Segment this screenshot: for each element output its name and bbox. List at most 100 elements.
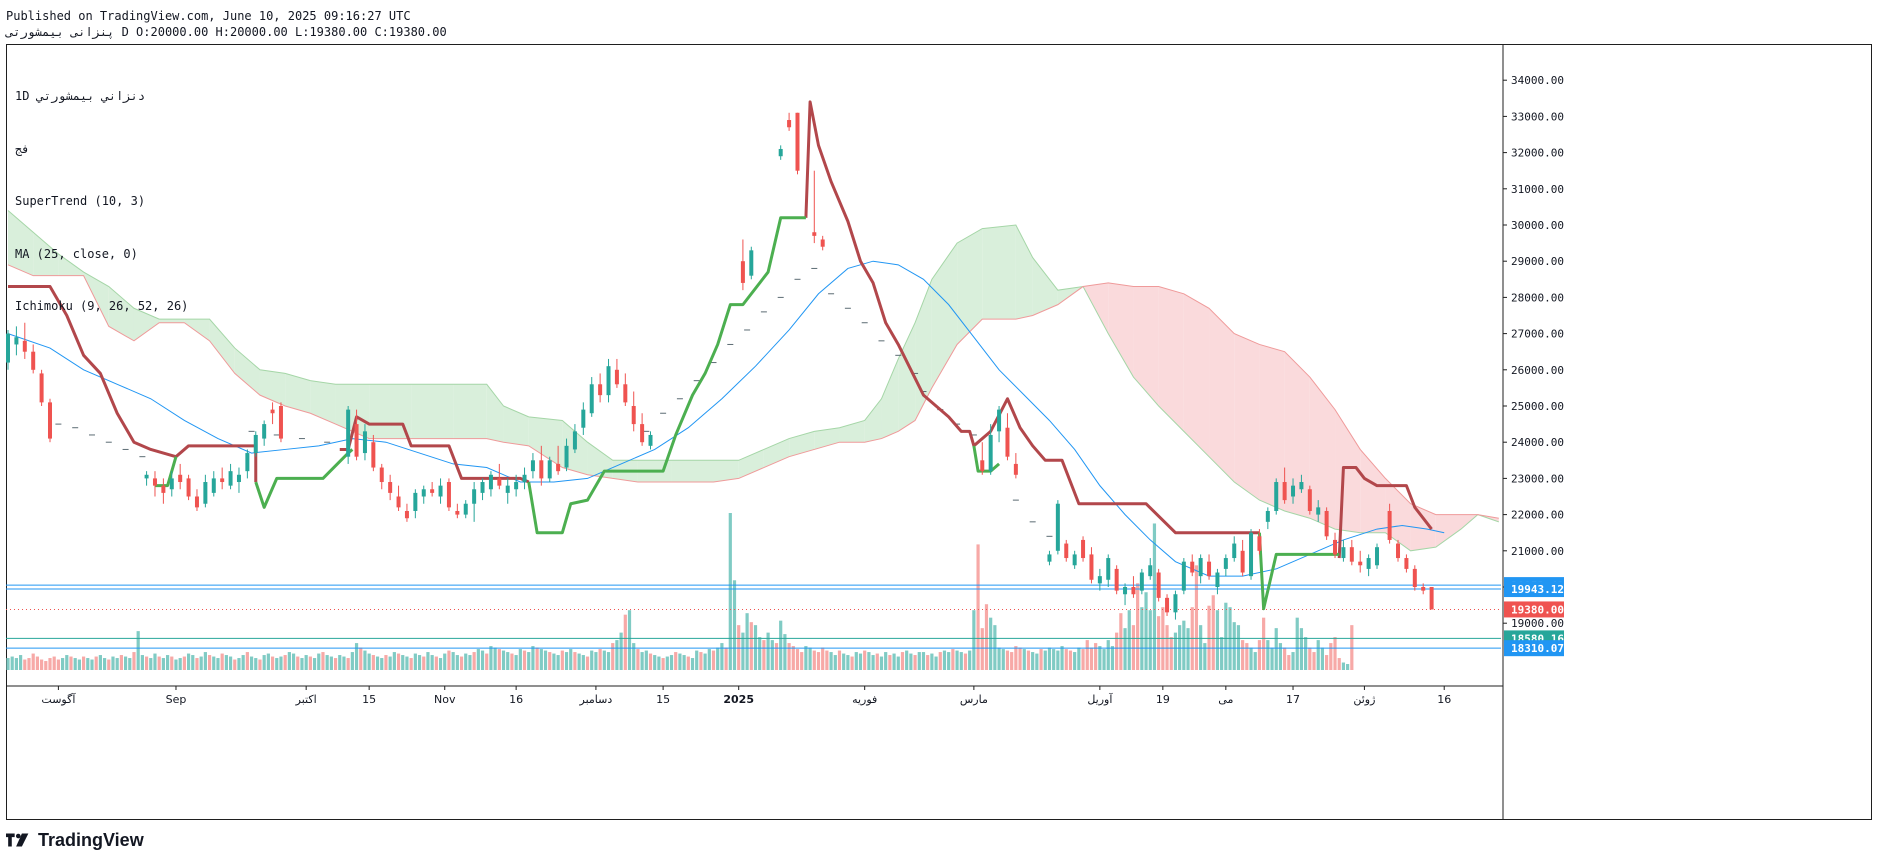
volume-bar [220, 653, 224, 670]
volume-bar [107, 659, 111, 670]
volume-bar [1119, 613, 1123, 670]
volume-bar [312, 658, 317, 670]
volume-bar [871, 655, 875, 670]
price-level-badge-label: 18310.07 [1511, 642, 1564, 655]
price-level-badge-label: 19943.12 [1511, 583, 1564, 596]
ichimoku-cloud-segment [411, 384, 454, 439]
volume-bar [543, 650, 548, 670]
volume-bar [98, 655, 102, 670]
volume-bar [921, 652, 926, 670]
volume-bar [195, 658, 199, 670]
volume-bar [833, 655, 837, 670]
candle-body [598, 384, 603, 396]
volume-bar [863, 650, 867, 670]
legend-ma[interactable]: MA (25, close, 0) [15, 246, 188, 264]
volume-bar [522, 650, 527, 670]
tradingview-logo[interactable]: TradingView [6, 828, 144, 852]
volume-bar [728, 513, 732, 670]
ichimoku-cloud-segment [234, 348, 260, 396]
price-tick-label: 25000.00 [1511, 400, 1564, 413]
volume-bar [724, 647, 728, 670]
price-tick-label: 19000.00 [1511, 617, 1564, 630]
volume-bar [1316, 640, 1320, 670]
volume-bar [1165, 625, 1169, 670]
volume-bar [556, 655, 560, 670]
volume-bar [1199, 625, 1203, 670]
volume-bar [1073, 652, 1077, 670]
volume-bar [518, 649, 522, 670]
volume-bar [711, 650, 716, 670]
candle-body [47, 402, 52, 439]
candle-body [6, 333, 10, 363]
ichimoku-cloud-segment [864, 398, 882, 443]
volume-bar [6, 658, 10, 670]
volume-bar [615, 640, 619, 670]
volume-bar [875, 653, 879, 670]
volume-bar [552, 653, 556, 670]
volume-bar [959, 652, 963, 670]
volume-bar [942, 650, 947, 670]
volume-bar [413, 653, 417, 670]
volume-bar [430, 655, 434, 670]
volume-bar [1266, 640, 1270, 670]
volume-bar [161, 658, 165, 670]
volume-bar [1056, 650, 1060, 670]
volume-bar [1278, 643, 1283, 670]
volume-bar [102, 658, 107, 670]
volume-bar [926, 655, 930, 670]
volume-bar [434, 656, 438, 670]
volume-bar [842, 653, 846, 670]
volume-bar [1031, 652, 1035, 670]
legend-supertrend[interactable]: SuperTrend (10, 3) [15, 193, 188, 211]
time-tick-label: آگوست [41, 692, 76, 706]
volume-bar [493, 647, 497, 670]
price-tick-label: 32000.00 [1511, 147, 1564, 160]
volume-bar [1215, 610, 1220, 670]
volume-bar [581, 655, 585, 670]
volume-bar [254, 658, 258, 670]
volume-bar [1346, 664, 1350, 670]
candle-body [505, 485, 510, 493]
candle-body [1114, 568, 1119, 591]
supertrend-up-line [972, 445, 1001, 473]
volume-bar [241, 655, 245, 670]
volume-bar [812, 650, 816, 670]
volume-bar [363, 650, 367, 670]
legend-symbol[interactable]: 1D دنزاني بيمشورتي [15, 88, 188, 106]
ichimoku-cloud-segment [1108, 282, 1134, 378]
supertrend-up-line [527, 216, 806, 535]
candle-body [1198, 558, 1203, 577]
candle-body [186, 478, 191, 497]
legend-ichimoku[interactable]: Ichimoku (9, 26, 52, 26) [15, 298, 188, 316]
candle-body [379, 467, 384, 483]
tradingview-logo-icon [6, 833, 29, 847]
volume-bar [816, 652, 821, 670]
candle-body [1358, 561, 1363, 566]
volume-bar [917, 652, 921, 670]
candle-body [614, 369, 619, 385]
volume-bar [564, 652, 569, 670]
candle-body [795, 112, 800, 171]
volume-bar [308, 656, 312, 670]
candle-body [1274, 482, 1279, 511]
volume-bar [1148, 610, 1152, 670]
candle-body [1106, 558, 1111, 580]
ichimoku-cloud-segment [1209, 308, 1235, 483]
volume-bar [10, 656, 14, 670]
volume-bar [1110, 646, 1115, 670]
published-caption: Published on TradingView.com, June 10, 2… [6, 9, 411, 23]
volume-bar [779, 620, 783, 670]
volume-bar [858, 653, 863, 670]
volume-bar [1329, 643, 1333, 670]
volume-bar [149, 658, 153, 670]
volume-bar [669, 655, 674, 670]
volume-bar [690, 658, 695, 670]
candle-body [1173, 594, 1178, 613]
price-chart[interactable]: 19000.0020000.0021000.0022000.0023000.00… [6, 44, 1872, 820]
volume-bar [485, 653, 489, 670]
candle-body [778, 148, 783, 157]
volume-bar [262, 655, 266, 670]
candle-body [787, 120, 792, 128]
time-tick-label: می [1218, 693, 1233, 706]
candle-body [547, 460, 552, 479]
